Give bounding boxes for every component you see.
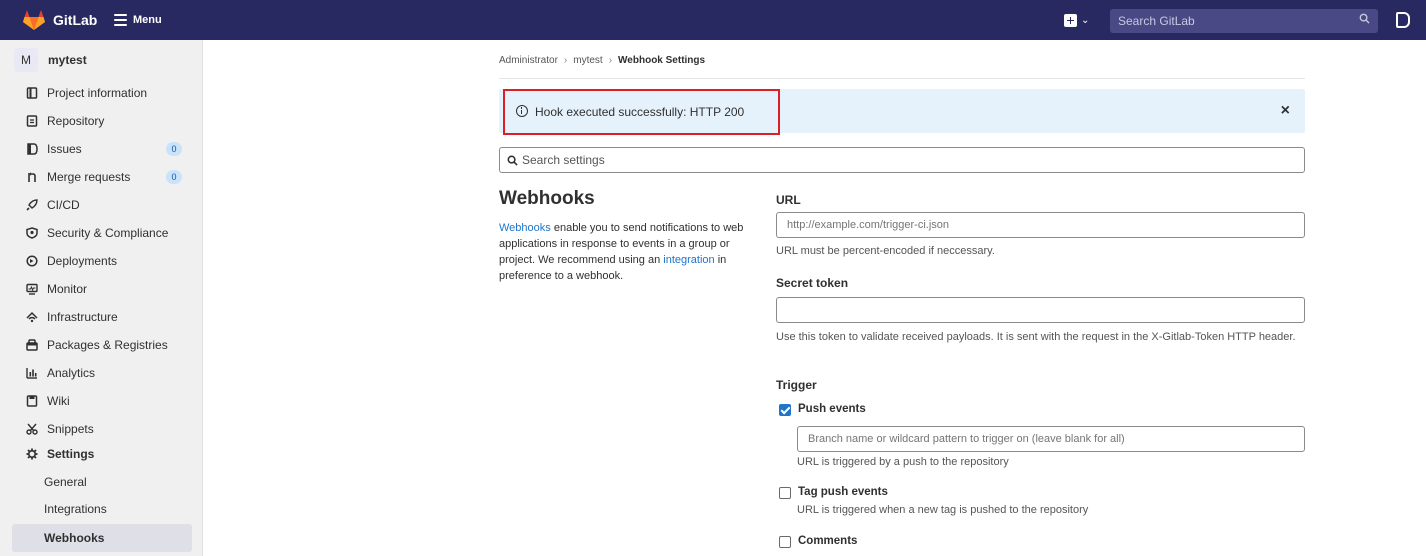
breadcrumb-administrator[interactable]: Administrator — [499, 55, 558, 66]
secret-token-input[interactable] — [776, 297, 1305, 323]
search-settings-placeholder: Search settings — [522, 153, 605, 167]
top-navbar: GitLab Menu ⌄ Search GitLab — [0, 0, 1426, 40]
sidebar-item-label: Infrastructure — [47, 310, 118, 324]
divider — [499, 78, 1305, 79]
url-input[interactable] — [776, 212, 1305, 238]
sidebar-item-webhooks[interactable]: Webhooks — [12, 524, 192, 552]
chevron-right-icon: › — [563, 55, 568, 66]
search-settings-input[interactable]: Search settings — [499, 147, 1305, 173]
sidebar-item-label: Security & Compliance — [47, 226, 169, 240]
sidebar-item-label: Snippets — [47, 422, 94, 436]
sidebar-item-merge-requests[interactable]: Merge requests 0 — [12, 164, 192, 190]
search-gitlab-placeholder: Search GitLab — [1118, 14, 1195, 28]
sidebar-item-repository[interactable]: Repository — [12, 108, 192, 134]
issues-shortcut-icon[interactable] — [1396, 12, 1410, 28]
sidebar-item-label: Monitor — [47, 282, 88, 296]
breadcrumb-current[interactable]: Webhook Settings — [618, 55, 705, 66]
url-label: URL — [776, 193, 801, 207]
gear-icon — [26, 448, 38, 460]
menu-label: Menu — [133, 14, 162, 26]
push-events-help: URL is triggered by a push to the reposi… — [797, 456, 1009, 468]
search-gitlab-input[interactable]: Search GitLab — [1110, 9, 1378, 33]
scissors-icon — [26, 423, 38, 435]
secret-token-help: Use this token to validate received payl… — [776, 331, 1296, 343]
repository-icon — [26, 115, 38, 127]
new-dropdown-button[interactable]: ⌄ — [1064, 10, 1089, 30]
highlight-box — [503, 89, 780, 135]
hamburger-icon — [114, 14, 127, 26]
chart-icon — [26, 368, 37, 379]
tag-push-events-checkbox[interactable] — [779, 487, 791, 499]
sidebar-item-label: Webhooks — [44, 531, 105, 545]
branch-filter-input[interactable] — [797, 426, 1305, 452]
package-icon — [26, 339, 38, 351]
chevron-right-icon: › — [608, 55, 613, 66]
url-help: URL must be percent-encoded if neccessar… — [776, 245, 995, 257]
sidebar-item-label: Integrations — [44, 502, 107, 516]
search-icon — [507, 155, 518, 166]
cloud-icon — [26, 311, 38, 323]
page-title: Webhooks — [499, 188, 595, 209]
menu-button[interactable]: Menu — [114, 11, 162, 29]
chevron-down-icon: ⌄ — [1081, 14, 1090, 26]
push-events-checkbox[interactable] — [779, 404, 791, 416]
comments-checkbox[interactable] — [779, 536, 791, 548]
sidebar-item-snippets[interactable]: Snippets — [12, 416, 192, 442]
sidebar-item-deployments[interactable]: Deployments — [12, 248, 192, 274]
sidebar-item-packages-registries[interactable]: Packages & Registries — [12, 332, 192, 358]
sidebar-item-label: Repository — [47, 114, 105, 128]
gitlab-logo-icon[interactable] — [22, 9, 46, 31]
deployments-icon — [26, 255, 38, 267]
sidebar-item-label: Wiki — [47, 394, 70, 408]
book-icon — [26, 395, 38, 407]
close-icon[interactable]: × — [1281, 102, 1290, 120]
issues-count-badge: 0 — [166, 142, 182, 156]
rocket-icon — [26, 199, 38, 211]
webhooks-description: Webhooks enable you to send notification… — [499, 220, 749, 284]
sidebar-item-label: Packages & Registries — [47, 338, 168, 352]
secret-token-label: Secret token — [776, 276, 849, 290]
brand-name[interactable]: GitLab — [53, 12, 97, 28]
merge-request-icon — [28, 172, 36, 182]
project-avatar: M — [14, 48, 38, 72]
push-events-label[interactable]: Push events — [798, 403, 866, 415]
trigger-label: Trigger — [776, 378, 817, 392]
integration-link[interactable]: integration — [663, 254, 714, 266]
breadcrumb-project[interactable]: mytest — [573, 55, 602, 66]
plus-square-icon — [1064, 13, 1077, 27]
sidebar-item-issues[interactable]: Issues 0 — [12, 136, 192, 162]
comments-label[interactable]: Comments — [798, 535, 857, 547]
sidebar-project[interactable]: M mytest — [14, 46, 87, 74]
tag-push-events-help: URL is triggered when a new tag is pushe… — [797, 504, 1089, 516]
sidebar-item-label: CI/CD — [47, 198, 80, 212]
shield-icon — [26, 227, 38, 239]
issues-icon — [27, 143, 38, 155]
project-name: mytest — [48, 53, 87, 67]
search-icon — [1359, 13, 1370, 24]
sidebar-item-label: Analytics — [47, 366, 96, 380]
monitor-icon — [26, 283, 38, 295]
sidebar-item-label: Deployments — [47, 254, 118, 268]
sidebar-item-label: Project information — [47, 86, 148, 100]
merge-requests-count-badge: 0 — [166, 170, 182, 184]
sidebar-item-project-information[interactable]: Project information — [12, 80, 192, 106]
sidebar-item-settings[interactable]: Settings — [12, 441, 192, 467]
sidebar-item-label: General — [44, 475, 87, 489]
sidebar-item-ci-cd[interactable]: CI/CD — [12, 192, 192, 218]
sidebar-item-wiki[interactable]: Wiki — [12, 388, 192, 414]
sidebar-item-label: Issues — [47, 142, 82, 156]
sidebar-item-monitor[interactable]: Monitor — [12, 276, 192, 302]
sidebar-item-label: Merge requests — [47, 170, 131, 184]
tag-push-events-label[interactable]: Tag push events — [798, 486, 888, 498]
sidebar-item-general[interactable]: General — [12, 469, 192, 495]
sidebar-item-label: Settings — [47, 447, 95, 461]
breadcrumb: Administrator › mytest › Webhook Setting… — [499, 55, 705, 66]
sidebar-item-security-compliance[interactable]: Security & Compliance — [12, 220, 192, 246]
webhooks-docs-link[interactable]: Webhooks — [499, 222, 551, 234]
sidebar-item-infrastructure[interactable]: Infrastructure — [12, 304, 192, 330]
info-doc-icon — [26, 87, 38, 99]
sidebar-item-analytics[interactable]: Analytics — [12, 360, 192, 386]
sidebar-item-integrations[interactable]: Integrations — [12, 496, 192, 522]
